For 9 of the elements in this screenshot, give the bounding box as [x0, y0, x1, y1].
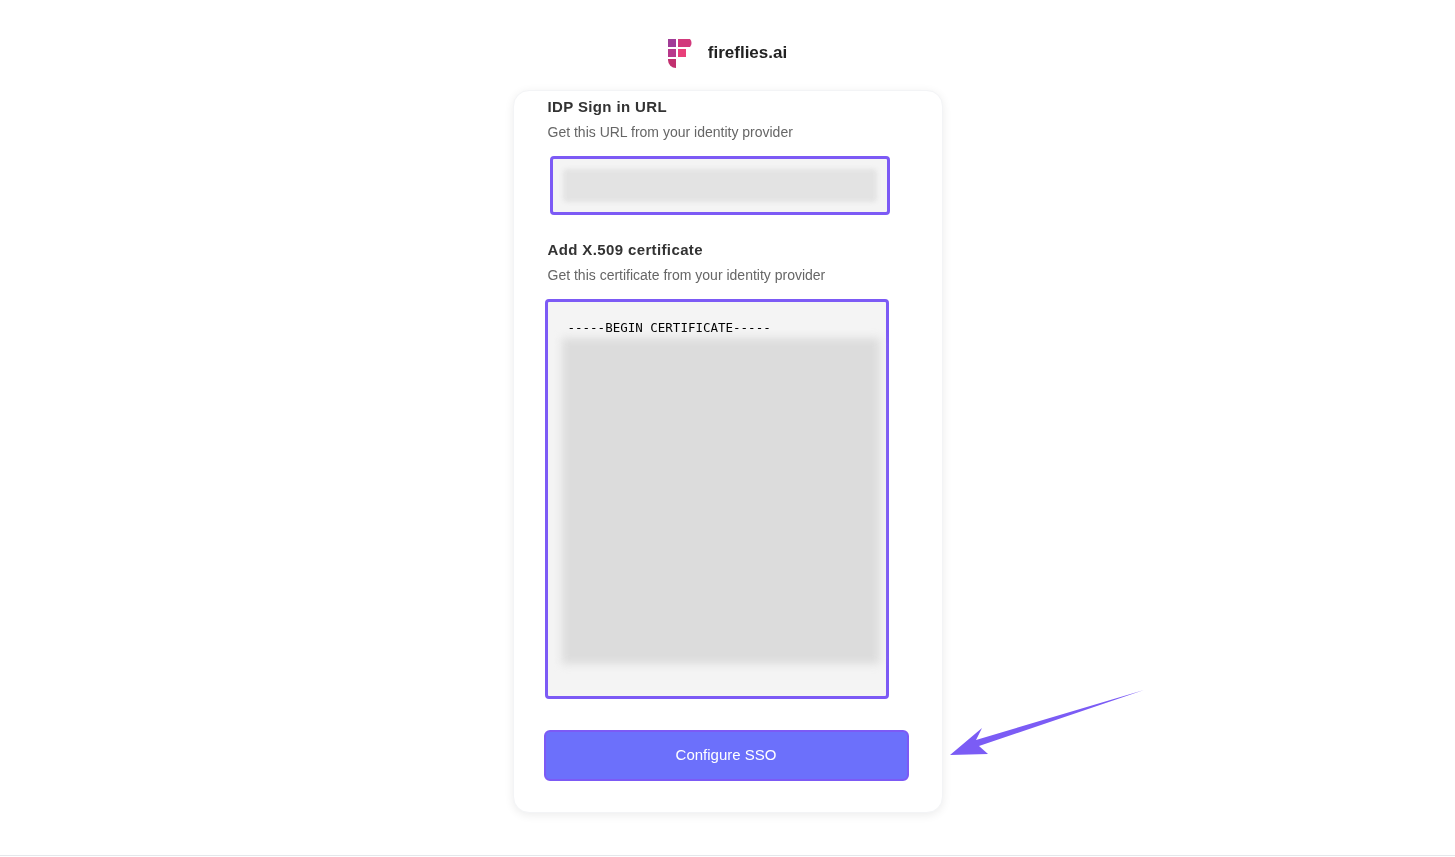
- certificate-text: -----BEGIN CERTIFICATE-----: [567, 320, 772, 336]
- configure-sso-button[interactable]: Configure SSO: [543, 730, 909, 781]
- field-label: Add X.509 certificate: [547, 240, 704, 260]
- field-label: IDP Sign in URL: [547, 97, 669, 117]
- field-hint: Get this certificate from your identity provider: [547, 266, 827, 285]
- url-field[interactable]: [549, 156, 890, 215]
- certificate-field[interactable]: -----BEGIN CERTIFICATE-----: [544, 299, 889, 699]
- logo-text: fireflies.ai: [707, 42, 788, 65]
- field-hint: Get this URL from your identity provider: [547, 123, 794, 142]
